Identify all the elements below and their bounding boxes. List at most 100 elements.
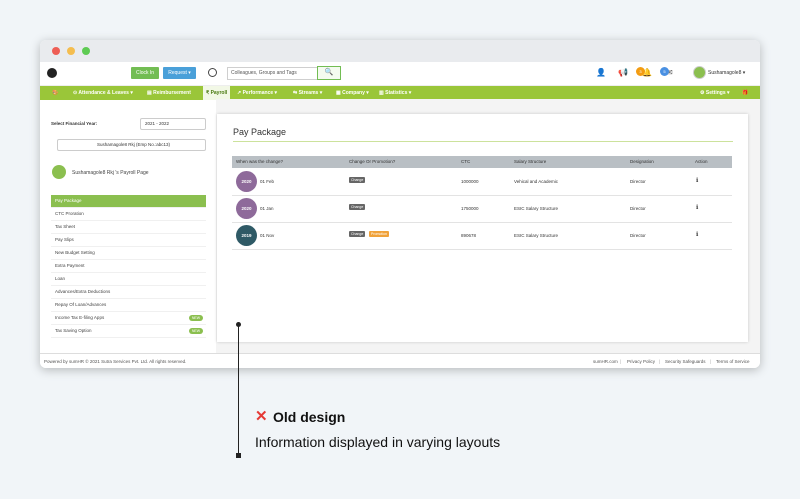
megaphone-icon[interactable]: 📢 — [618, 68, 628, 77]
change-date: 01 Jan — [260, 206, 274, 211]
logo[interactable] — [47, 68, 57, 78]
new-badge: NEW — [188, 315, 203, 321]
table-header: When was the change? Change Or Promotion… — [232, 156, 732, 168]
financial-year-label: Select Financial Year: — [51, 121, 98, 126]
history-icon[interactable] — [208, 68, 217, 77]
sidebar-item-repay[interactable]: Repay Of Loan/Advances — [51, 299, 206, 312]
new-badge: NEW — [188, 328, 203, 334]
payroll-page-label: Sushamagole8 Rkj 's Payroll Page — [72, 170, 149, 176]
info-icon[interactable]: ℹ — [696, 231, 698, 238]
column-header: Designation — [630, 159, 654, 164]
footer-link-sumhr[interactable]: sumHR.com — [593, 354, 618, 368]
message-badge: 5 — [660, 67, 669, 76]
sidebar-item-loan[interactable]: Loan — [51, 273, 206, 286]
salary-structure: ESIC Salary Structure — [514, 233, 559, 238]
ctc-value: 1000000 — [461, 179, 479, 184]
search-icon: 🔍 — [324, 69, 334, 76]
copyright-text: Powered by sumHR © 2021 Sutra Services P… — [44, 359, 187, 364]
footer-link-security[interactable]: Security Safeguards — [665, 354, 706, 368]
page-title: Pay Package — [233, 127, 287, 137]
sidebar-item-label: Income Tax E-filing Apps — [55, 315, 105, 320]
column-header: CTC — [461, 159, 471, 164]
window-titlebar — [40, 40, 760, 62]
search-input[interactable]: Colleagues, Groups and Tags — [227, 67, 320, 80]
sidebar-item-tax-saving[interactable]: Tax Saving Option NEW — [51, 325, 206, 338]
promotion-tag: Promotion — [369, 231, 389, 237]
request-button[interactable]: Request ▾ — [163, 67, 196, 79]
annotation-subtitle: Information displayed in varying layouts — [255, 434, 501, 450]
gift-icon[interactable]: 🎁 — [742, 86, 748, 100]
table-row[interactable]: 2020 01 Jan Change 1750000 ESIC Salary S… — [232, 195, 732, 223]
avatar[interactable] — [693, 66, 706, 79]
footer-link-terms[interactable]: Terms of Service — [716, 354, 750, 368]
clock-in-button[interactable]: Clock In — [131, 67, 159, 79]
nav-attendance[interactable]: ⊙ Attendance & Leaves ▾ — [73, 86, 133, 100]
info-icon[interactable]: ℹ — [696, 177, 698, 184]
nav-settings[interactable]: ⚙ Settings ▾ — [700, 86, 730, 100]
sidebar-item-label: Tax Saving Option — [55, 328, 92, 333]
table-row[interactable]: 2020 01 Feb Change 1000000 Vehical and A… — [232, 168, 732, 196]
sidebar-item-extra-payment[interactable]: Extra Payment — [51, 260, 206, 273]
pay-package-card: Pay Package When was the change? Change … — [217, 114, 748, 342]
employee-avatar — [52, 165, 66, 179]
add-user-icon[interactable]: 👤 — [596, 68, 606, 77]
search-button[interactable]: 🔍 — [317, 66, 341, 80]
footer-divider: | — [710, 359, 712, 364]
column-header: Action — [695, 159, 708, 164]
user-menu[interactable]: Sushamagole8 ▾ — [708, 70, 745, 76]
sidebar-item-ctc-proration[interactable]: CTC Proration — [51, 208, 206, 221]
change-date: 01 Feb — [260, 179, 275, 184]
employee-select[interactable]: Sushamagole8 Rkj (Emp No.:abc13) — [57, 139, 206, 151]
sidebar-item-new-budget[interactable]: New Budget Setting — [51, 247, 206, 260]
sidebar-item-income-tax[interactable]: Income Tax E-filing Apps NEW — [51, 312, 206, 325]
column-header: Salary Structure — [514, 159, 547, 164]
annotation-dot-bottom — [236, 453, 241, 458]
salary-structure: ESIC Salary Structure — [514, 206, 559, 211]
nav-statistics[interactable]: ▥ Statistics ▾ — [379, 86, 411, 100]
salary-structure: Vehical and Academic — [514, 179, 559, 184]
main-nav: 🎨 ⊙ Attendance & Leaves ▾ ▤ Reimbursemen… — [40, 86, 760, 100]
footer-divider: | — [620, 359, 622, 364]
ctc-value: 1750000 — [461, 206, 479, 211]
change-date: 01 Nov — [260, 233, 275, 238]
nav-reimbursement[interactable]: ▤ Reimbursement — [147, 86, 191, 100]
nav-company[interactable]: ▦ Company ▾ — [336, 86, 369, 100]
notification-badge: 3 — [636, 67, 645, 76]
close-window-button[interactable] — [52, 47, 60, 55]
minimize-window-button[interactable] — [67, 47, 75, 55]
annotation-line — [238, 324, 239, 456]
dashboard-icon[interactable]: 🎨 — [52, 86, 58, 100]
change-tag: Change — [349, 204, 366, 210]
designation: Director — [630, 233, 646, 238]
sidebar-item-advances[interactable]: Advances/Extra Deductions — [51, 286, 206, 299]
column-header: Change Or Promotion? — [349, 159, 396, 164]
year-badge: 2020 — [236, 171, 257, 192]
footer-link-privacy[interactable]: Privacy Policy — [627, 354, 655, 368]
bell-icon[interactable]: 🔔 3 — [636, 67, 652, 77]
table-row[interactable]: 2019 01 Nov Change Promotion 890678 ESIC… — [232, 222, 732, 250]
year-badge: 2019 — [236, 225, 257, 246]
info-icon[interactable]: ℹ — [696, 204, 698, 211]
footer-divider: | — [659, 359, 661, 364]
cross-icon: ✕ — [255, 408, 268, 425]
financial-year-select[interactable]: 2021 - 2022 — [140, 118, 206, 130]
nav-streams[interactable]: ⇆ Streams ▾ — [293, 86, 322, 100]
ctc-value: 890678 — [461, 233, 477, 238]
annotation-title: Old design — [273, 409, 346, 425]
column-header: When was the change? — [236, 159, 284, 164]
designation: Director — [630, 179, 646, 184]
app-window: Clock In Request ▾ Colleagues, Groups an… — [40, 40, 760, 368]
sidebar-item-pay-package[interactable]: Pay Package — [51, 195, 206, 208]
nav-performance[interactable]: ↗ Performance ▾ — [237, 86, 277, 100]
nav-payroll[interactable]: ₹ Payroll — [203, 86, 231, 100]
change-tag: Change — [349, 231, 366, 237]
sidebar-item-tax-sheet[interactable]: Tax Sheet — [51, 221, 206, 234]
sidebar-item-pay-slips[interactable]: Pay Slips — [51, 234, 206, 247]
annotation-dot-top — [236, 322, 241, 327]
year-badge: 2020 — [236, 198, 257, 219]
sidebar-menu: Pay Package CTC Proration Tax Sheet Pay … — [51, 195, 206, 338]
maximize-window-button[interactable] — [82, 47, 90, 55]
mail-icon[interactable]: ✉ 5 — [660, 67, 673, 77]
sidebar: Select Financial Year: 2021 - 2022 Susha… — [40, 99, 216, 353]
change-tag: Change — [349, 177, 366, 183]
